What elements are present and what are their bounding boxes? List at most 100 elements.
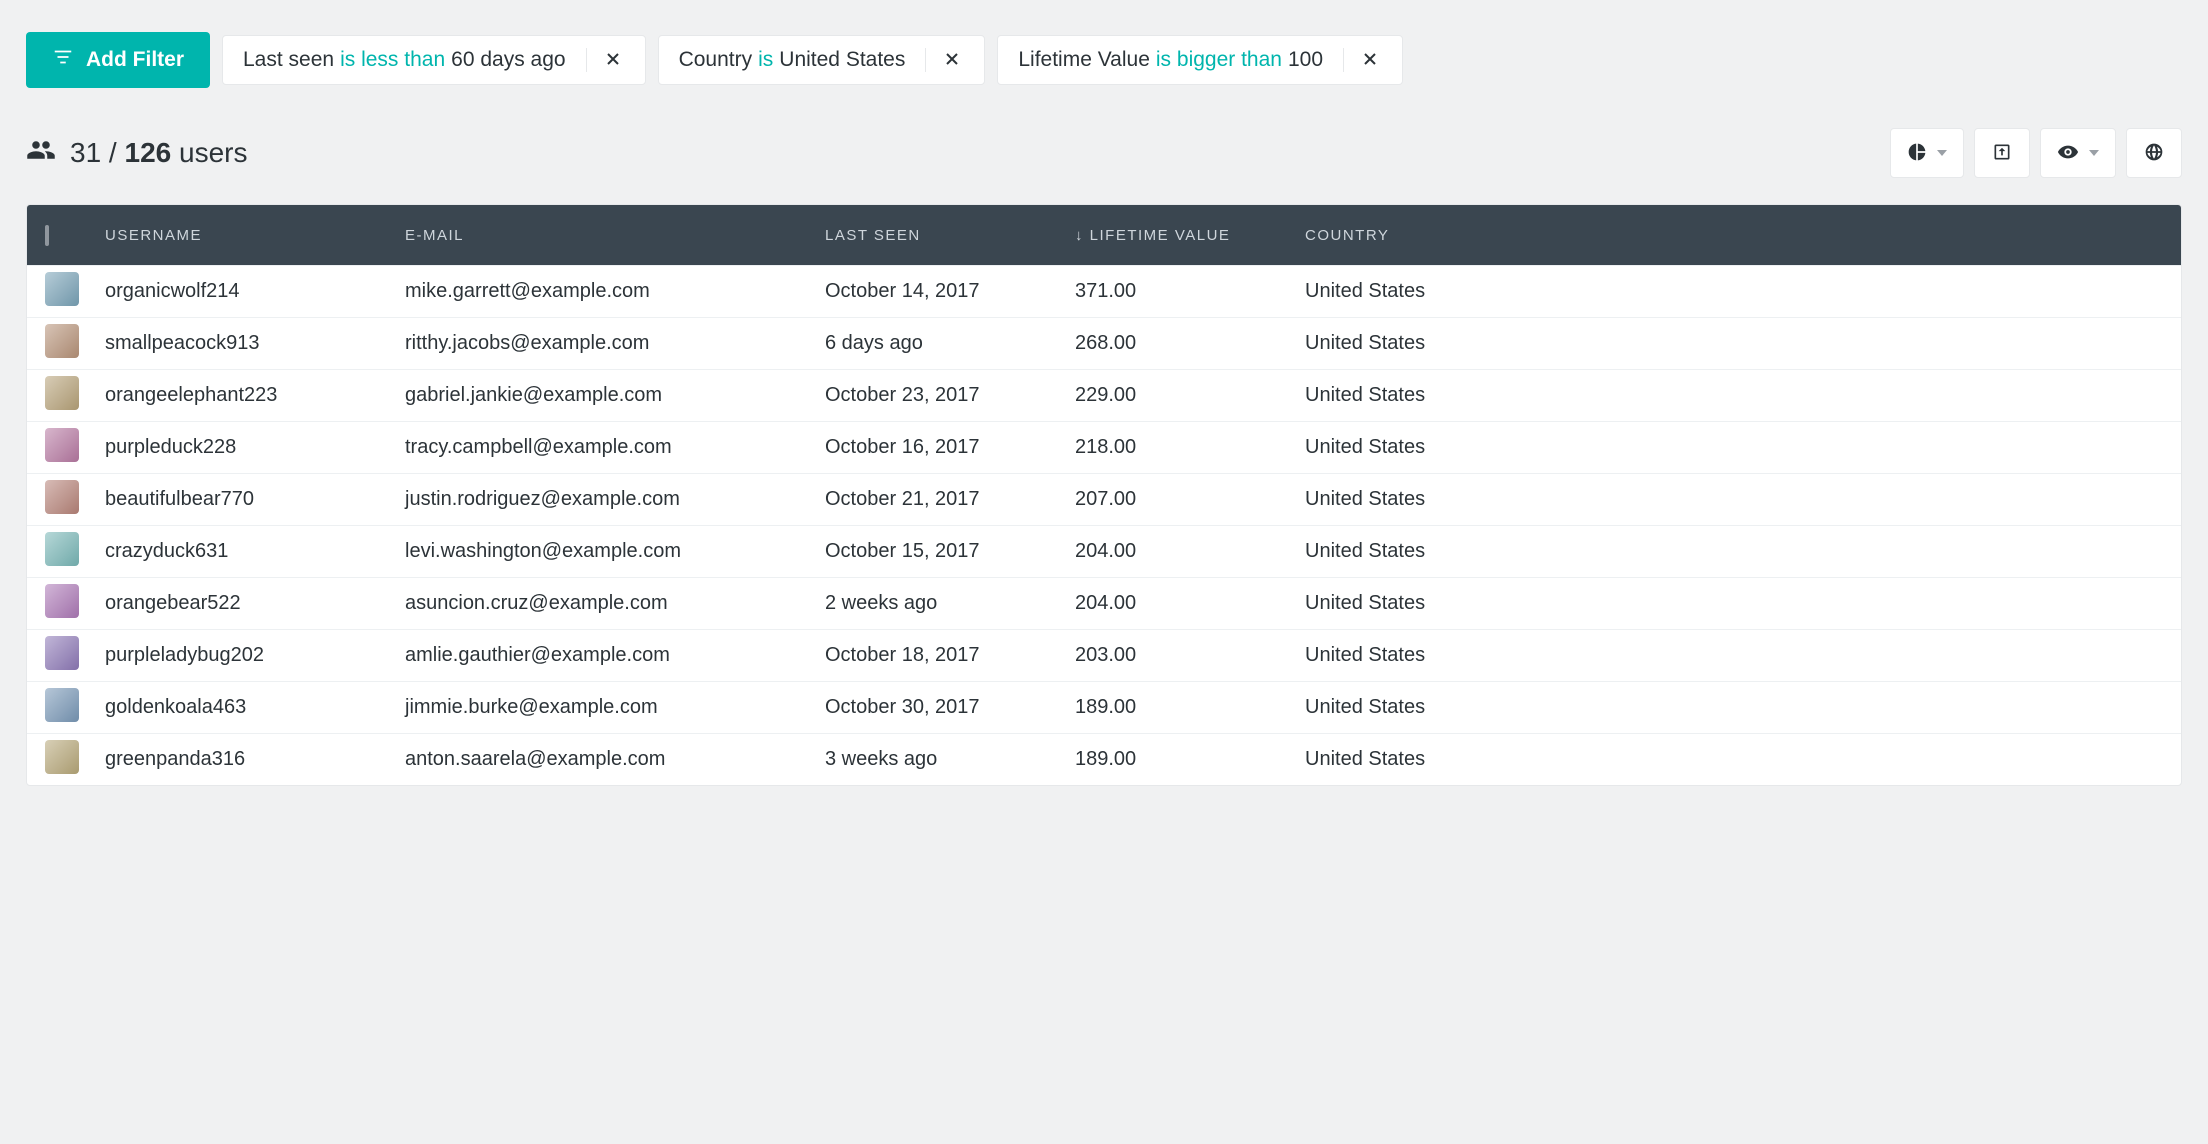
users-table: Username E-mail Last seen Lifetime value… xyxy=(26,204,2182,786)
count-suffix: users xyxy=(171,137,247,168)
col-username[interactable]: Username xyxy=(105,227,405,244)
table-row[interactable]: goldenkoala463jimmie.burke@example.comOc… xyxy=(27,681,2181,733)
chart-button[interactable] xyxy=(1890,128,1964,178)
cell-email: gabriel.jankie@example.com xyxy=(405,384,825,407)
cell-country: United States xyxy=(1305,332,2163,355)
add-filter-button[interactable]: Add Filter xyxy=(26,32,210,88)
cell-lifetime-value: 268.00 xyxy=(1075,332,1305,355)
table-row[interactable]: crazyduck631levi.washington@example.comO… xyxy=(27,525,2181,577)
cell-last-seen: October 23, 2017 xyxy=(825,384,1075,407)
count-total: 126 xyxy=(125,137,172,168)
cell-country: United States xyxy=(1305,592,2163,615)
cell-country: United States xyxy=(1305,436,2163,459)
col-country[interactable]: Country xyxy=(1305,227,2163,244)
table-row[interactable]: organicwolf214mike.garrett@example.comOc… xyxy=(27,265,2181,317)
cell-country: United States xyxy=(1305,280,2163,303)
chip-remove-button[interactable] xyxy=(601,48,625,72)
chip-value: 60 days ago xyxy=(451,48,565,72)
globe-button[interactable] xyxy=(2126,128,2182,178)
cell-last-seen: 3 weeks ago xyxy=(825,748,1075,771)
table-row[interactable]: greenpanda316anton.saarela@example.com3 … xyxy=(27,733,2181,785)
cell-email: levi.washington@example.com xyxy=(405,540,825,563)
cell-lifetime-value: 204.00 xyxy=(1075,540,1305,563)
col-last-seen[interactable]: Last seen xyxy=(825,227,1075,244)
chip-separator xyxy=(1343,48,1344,72)
cell-country: United States xyxy=(1305,384,2163,407)
table-row[interactable]: beautifulbear770justin.rodriguez@example… xyxy=(27,473,2181,525)
export-button[interactable] xyxy=(1974,128,2030,178)
col-lifetime-value[interactable]: Lifetime value xyxy=(1075,227,1305,244)
table-row[interactable]: orangeelephant223gabriel.jankie@example.… xyxy=(27,369,2181,421)
chevron-down-icon xyxy=(1937,150,1947,156)
filter-chip[interactable]: Last seen is less than 60 days ago xyxy=(222,35,646,85)
user-count: 31 / 126 users xyxy=(26,135,247,172)
visibility-button[interactable] xyxy=(2040,128,2116,178)
count-matching: 31 xyxy=(70,137,101,168)
avatar xyxy=(45,740,79,774)
cell-last-seen: October 14, 2017 xyxy=(825,280,1075,303)
close-icon xyxy=(945,48,959,72)
chip-separator xyxy=(925,48,926,72)
table-header: Username E-mail Last seen Lifetime value… xyxy=(27,205,2181,265)
close-icon xyxy=(606,48,620,72)
avatar xyxy=(45,480,79,514)
chevron-down-icon xyxy=(2089,150,2099,156)
cell-last-seen: October 15, 2017 xyxy=(825,540,1075,563)
cell-lifetime-value: 207.00 xyxy=(1075,488,1305,511)
chip-separator xyxy=(586,48,587,72)
avatar xyxy=(45,272,79,306)
table-row[interactable]: smallpeacock913ritthy.jacobs@example.com… xyxy=(27,317,2181,369)
cell-email: anton.saarela@example.com xyxy=(405,748,825,771)
cell-username: crazyduck631 xyxy=(105,540,405,563)
cell-email: mike.garrett@example.com xyxy=(405,280,825,303)
cell-username: smallpeacock913 xyxy=(105,332,405,355)
chip-field: Lifetime Value xyxy=(1018,48,1150,72)
select-all-checkbox[interactable] xyxy=(45,225,49,246)
users-icon xyxy=(26,135,56,172)
filter-bar: Add Filter Last seen is less than 60 day… xyxy=(26,32,2182,88)
cell-email: tracy.campbell@example.com xyxy=(405,436,825,459)
add-filter-label: Add Filter xyxy=(86,48,184,72)
table-row[interactable]: purpleduck228tracy.campbell@example.comO… xyxy=(27,421,2181,473)
cell-username: organicwolf214 xyxy=(105,280,405,303)
table-row[interactable]: orangebear522asuncion.cruz@example.com2 … xyxy=(27,577,2181,629)
chip-value: United States xyxy=(779,48,905,72)
cell-lifetime-value: 218.00 xyxy=(1075,436,1305,459)
chip-operator: is bigger than xyxy=(1156,48,1282,72)
eye-icon xyxy=(2057,141,2079,166)
cell-country: United States xyxy=(1305,644,2163,667)
chip-value: 100 xyxy=(1288,48,1323,72)
cell-username: orangeelephant223 xyxy=(105,384,405,407)
cell-email: amlie.gauthier@example.com xyxy=(405,644,825,667)
cell-lifetime-value: 371.00 xyxy=(1075,280,1305,303)
avatar xyxy=(45,532,79,566)
avatar xyxy=(45,324,79,358)
cell-last-seen: October 30, 2017 xyxy=(825,696,1075,719)
cell-email: jimmie.burke@example.com xyxy=(405,696,825,719)
cell-lifetime-value: 229.00 xyxy=(1075,384,1305,407)
globe-icon xyxy=(2144,142,2164,165)
cell-email: asuncion.cruz@example.com xyxy=(405,592,825,615)
cell-email: justin.rodriguez@example.com xyxy=(405,488,825,511)
count-sep: / xyxy=(101,137,124,168)
filter-chip[interactable]: Country is United States xyxy=(658,35,986,85)
chip-remove-button[interactable] xyxy=(1358,48,1382,72)
avatar xyxy=(45,428,79,462)
cell-username: purpleduck228 xyxy=(105,436,405,459)
cell-country: United States xyxy=(1305,488,2163,511)
cell-username: orangebear522 xyxy=(105,592,405,615)
cell-last-seen: 2 weeks ago xyxy=(825,592,1075,615)
filter-chip[interactable]: Lifetime Value is bigger than 100 xyxy=(997,35,1403,85)
avatar xyxy=(45,584,79,618)
cell-last-seen: October 16, 2017 xyxy=(825,436,1075,459)
cell-lifetime-value: 189.00 xyxy=(1075,748,1305,771)
cell-lifetime-value: 204.00 xyxy=(1075,592,1305,615)
export-icon xyxy=(1992,142,2012,165)
chip-remove-button[interactable] xyxy=(940,48,964,72)
chip-field: Last seen xyxy=(243,48,334,72)
cell-lifetime-value: 189.00 xyxy=(1075,696,1305,719)
avatar xyxy=(45,688,79,722)
cell-country: United States xyxy=(1305,540,2163,563)
col-email[interactable]: E-mail xyxy=(405,227,825,244)
table-row[interactable]: purpleladybug202amlie.gauthier@example.c… xyxy=(27,629,2181,681)
